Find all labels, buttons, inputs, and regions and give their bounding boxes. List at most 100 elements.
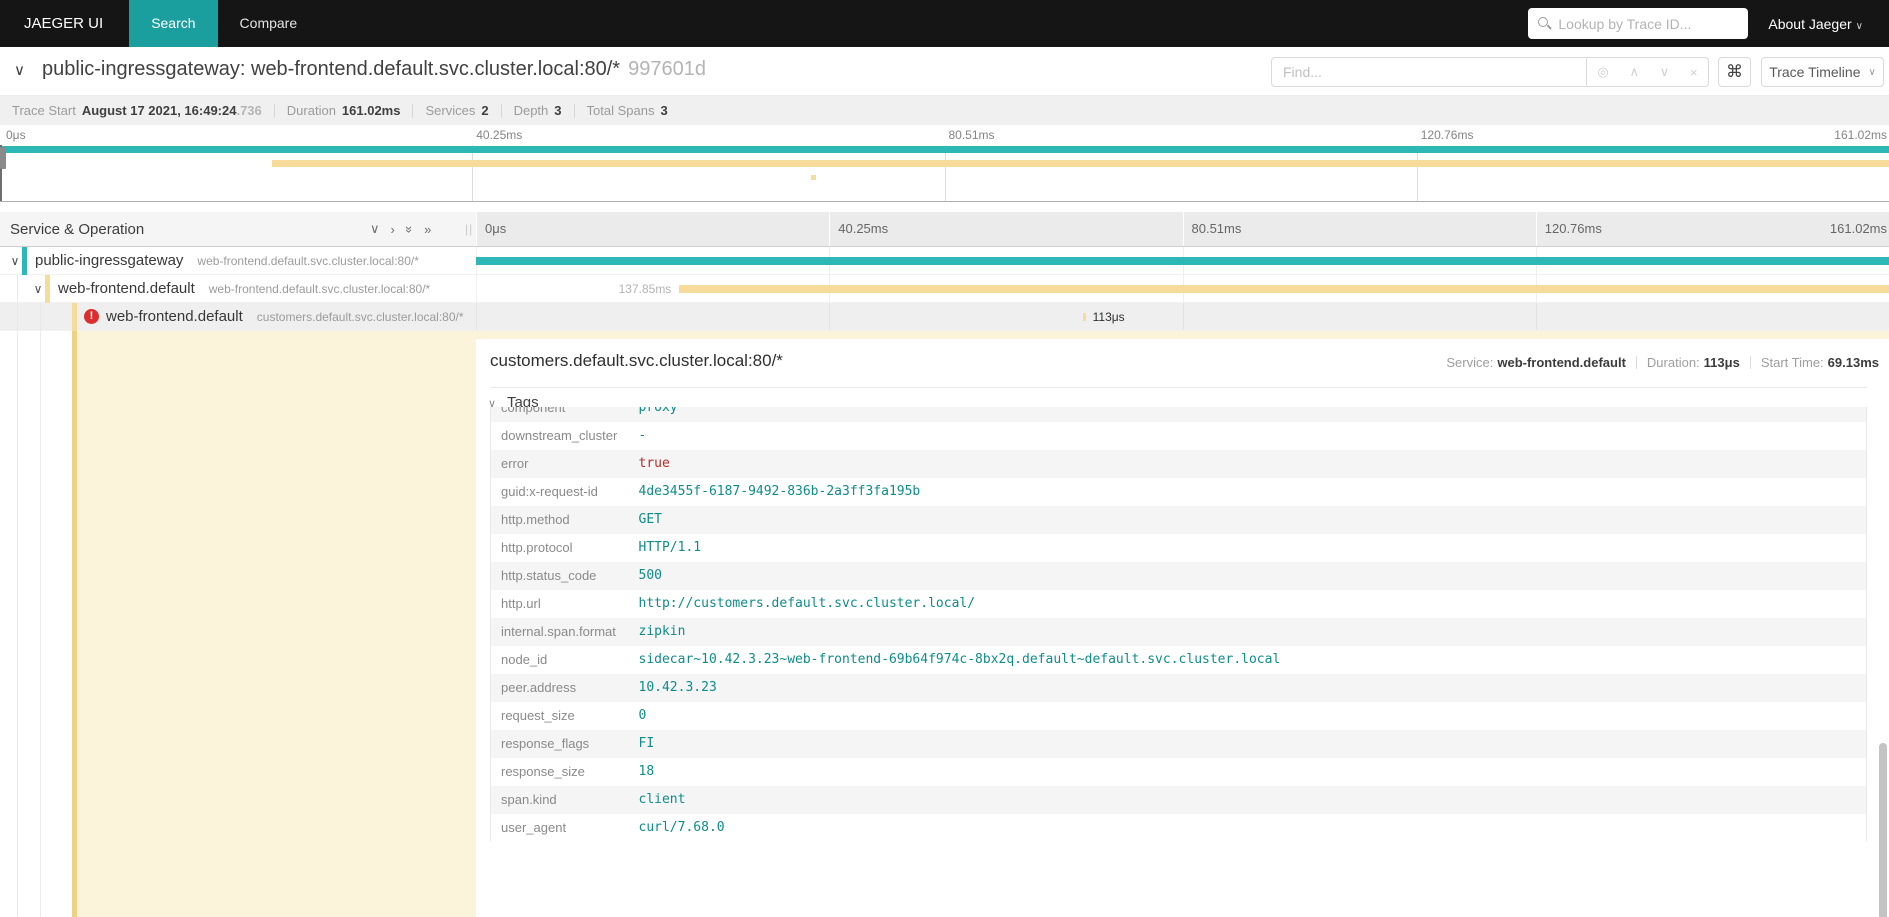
span-duration-bar[interactable] xyxy=(679,285,1889,293)
collapse-chevron-icon[interactable]: ∨ xyxy=(8,254,22,268)
tag-value: http://customers.default.svc.cluster.loc… xyxy=(629,590,1867,618)
about-jaeger-menu[interactable]: About Jaeger∨ xyxy=(1768,16,1863,32)
tag-row[interactable]: peer.address 10.42.3.23 xyxy=(491,674,1867,702)
span-tree-item-child[interactable]: ∨ web-frontend.default web-frontend.defa… xyxy=(0,275,476,302)
tree-guide-line xyxy=(17,275,18,302)
tag-row[interactable]: http.status_code 500 xyxy=(491,562,1867,590)
tag-key: user_agent xyxy=(491,814,629,842)
find-nav-icons: ◎ ∧ ∨ × xyxy=(1587,57,1709,87)
timeline-section-header: Service & Operation ∨ › » » || 0μs 40.25… xyxy=(0,212,1889,247)
divider xyxy=(1750,356,1751,369)
next-match-icon[interactable]: ∨ xyxy=(1660,64,1670,80)
tag-value: 0 xyxy=(629,702,1867,730)
span-color-block xyxy=(45,275,50,303)
collapse-chevron-icon[interactable]: ∨ xyxy=(31,282,45,296)
keyboard-shortcuts-button[interactable]: ⌘ xyxy=(1718,57,1751,87)
app-brand: JAEGER UI xyxy=(0,15,129,32)
minimap-scrubber-handle[interactable] xyxy=(0,147,6,169)
tag-row[interactable]: response_flags FI xyxy=(491,730,1867,758)
span-tree-item-root[interactable]: ∨ public-ingressgateway web-frontend.def… xyxy=(0,247,476,274)
minimap-gridline xyxy=(1417,145,1418,201)
minimap-span-bar xyxy=(811,175,816,180)
expand-one-icon[interactable]: › xyxy=(391,222,395,237)
duration-value: 113μs xyxy=(1704,355,1740,370)
timeline-tick-header: 0μs 40.25ms 80.51ms 120.76ms 161.02ms xyxy=(476,212,1889,246)
trace-title: public-ingressgateway: web-frontend.defa… xyxy=(42,58,706,81)
span-operation-name: web-frontend.default.svc.cluster.local:8… xyxy=(197,254,418,268)
tag-row[interactable]: guid:x-request-id 4de3455f-6187-9492-836… xyxy=(491,478,1867,506)
tag-key: span.kind xyxy=(491,786,629,814)
tag-key: response_flags xyxy=(491,730,629,758)
tag-value: zipkin xyxy=(629,618,1867,646)
trace-title-bar: ∨ public-ingressgateway: web-frontend.de… xyxy=(0,47,1889,96)
tag-row[interactable]: user_agent curl/7.68.0 xyxy=(491,814,1867,842)
span-row-root: ∨ public-ingressgateway web-frontend.def… xyxy=(0,247,1889,275)
tag-value: true xyxy=(629,450,1867,478)
divider xyxy=(501,104,502,118)
span-bar-row-error[interactable]: 113μs xyxy=(476,303,1889,330)
tag-row[interactable]: http.protocol HTTP/1.1 xyxy=(491,534,1867,562)
clear-find-icon[interactable]: × xyxy=(1690,65,1698,80)
divider xyxy=(412,104,413,118)
trace-collapse-chevron-icon[interactable]: ∨ xyxy=(14,61,25,79)
tag-value: HTTP/1.1 xyxy=(629,534,1867,562)
minimap-tick: 40.25ms xyxy=(476,128,522,142)
tag-row[interactable]: request_size 0 xyxy=(491,702,1867,730)
tag-row[interactable]: component proxy xyxy=(491,407,1867,422)
span-service-name: public-ingressgateway xyxy=(35,252,183,269)
tag-row[interactable]: http.method GET xyxy=(491,506,1867,534)
summary-item: Total Spans 3 xyxy=(587,103,668,118)
span-duration-bar[interactable] xyxy=(1083,313,1086,321)
minimap-gridline xyxy=(945,145,946,201)
tag-row[interactable]: error true xyxy=(491,450,1867,478)
collapse-one-icon[interactable]: ∨ xyxy=(370,221,380,237)
span-bar-row-child[interactable]: 137.85ms xyxy=(476,275,1889,302)
tag-row[interactable]: internal.span.format zipkin xyxy=(491,618,1867,646)
find-input[interactable] xyxy=(1271,57,1587,87)
tag-row[interactable]: node_id sidecar~10.42.3.23~web-frontend-… xyxy=(491,646,1867,674)
minimap-tick: 0μs xyxy=(6,128,26,142)
tag-key: peer.address xyxy=(491,674,629,702)
prev-match-icon[interactable]: ∧ xyxy=(1629,64,1639,80)
detail-scrollbar[interactable] xyxy=(1879,743,1887,917)
tag-value: 4de3455f-6187-9492-836b-2a3ff3fa195b xyxy=(629,478,1867,506)
focus-match-icon[interactable]: ◎ xyxy=(1597,64,1608,80)
tree-guide-line xyxy=(17,331,18,917)
tag-value: - xyxy=(629,422,1867,450)
span-duration-bar[interactable] xyxy=(476,257,1889,265)
minimap-canvas[interactable] xyxy=(0,145,1889,202)
detail-top-highlight xyxy=(476,331,1889,339)
tag-row[interactable]: span.kind client xyxy=(491,786,1867,814)
detail-meta: Service: web-frontend.default Duration: … xyxy=(1446,355,1879,370)
top-navbar: JAEGER UI Search Compare About Jaeger∨ xyxy=(0,0,1889,47)
span-operation-name: web-frontend.default.svc.cluster.local:8… xyxy=(209,282,430,296)
tag-row[interactable]: downstream_cluster - xyxy=(491,422,1867,450)
tag-key: http.url xyxy=(491,590,629,618)
divider xyxy=(574,104,575,118)
trace-id-search[interactable] xyxy=(1528,8,1748,39)
detail-operation-title: customers.default.svc.cluster.local:80/* xyxy=(490,351,783,371)
column-resize-handle[interactable]: || xyxy=(465,222,473,236)
trace-id-search-input[interactable] xyxy=(1558,16,1738,32)
span-row-child: ∨ web-frontend.default web-frontend.defa… xyxy=(0,275,1889,303)
tab-search[interactable]: Search xyxy=(129,0,217,47)
span-bar-row-root[interactable] xyxy=(476,247,1889,274)
summary-item: Duration 161.02ms xyxy=(287,103,401,118)
span-tree-item-error[interactable]: ! web-frontend.default customers.default… xyxy=(0,303,476,330)
collapse-all-icon[interactable]: » xyxy=(402,225,417,232)
tag-row[interactable]: http.url http://customers.default.svc.cl… xyxy=(491,590,1867,618)
chevron-down-icon: ∨ xyxy=(1856,21,1863,32)
detail-left-highlight xyxy=(77,331,476,917)
error-icon: ! xyxy=(84,309,99,324)
tree-guide-line xyxy=(17,303,18,330)
tag-value: 18 xyxy=(629,758,1867,786)
minimap-span-bar xyxy=(272,160,1889,167)
tag-row[interactable]: response_size 18 xyxy=(491,758,1867,786)
minimap-ticks: 0μs 40.25ms 80.51ms 120.76ms 161.02ms xyxy=(0,125,1889,145)
trace-view-select[interactable]: Trace Timeline ∨ xyxy=(1761,57,1884,87)
tab-compare[interactable]: Compare xyxy=(218,0,320,47)
expand-all-icon[interactable]: » xyxy=(424,222,431,237)
tag-key: node_id xyxy=(491,646,629,674)
tick-cell: 120.76ms 161.02ms xyxy=(1536,212,1889,246)
minimap-tick: 161.02ms xyxy=(1834,128,1887,142)
